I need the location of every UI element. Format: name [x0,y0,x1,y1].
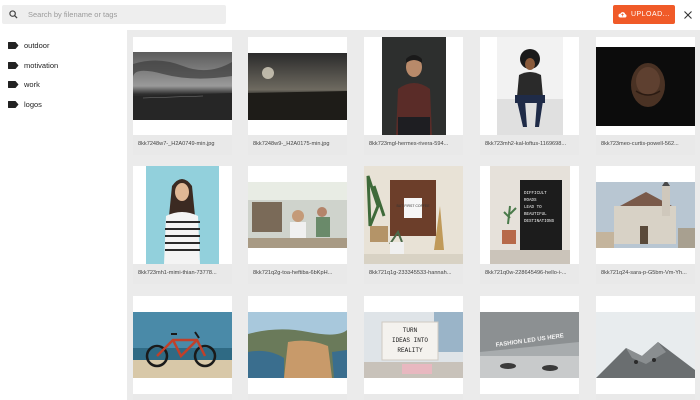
image-card[interactable]: BUT FIRST COFFEE 8kk721q1g-233345533-han… [364,166,463,284]
image-card[interactable]: 8kk723mgl-hermes-rivera-594... [364,37,463,155]
sidebar-item-label: logos [24,99,42,109]
image-thumbnail[interactable]: DIFFICULT ROADS LEAD TO BEAUTIFUL DESTIN… [480,166,579,264]
tag-icon [8,42,19,50]
letterboard-line: TURN [403,327,418,334]
sign-line: DESTINATIONS [524,220,555,224]
image-thumbnail[interactable] [133,296,232,394]
image-card[interactable]: DIFFICULT ROADS LEAD TO BEAUTIFUL DESTIN… [480,166,579,284]
image-card[interactable]: 8kk721q2g-toa-heftiba-6bKpH... [248,166,347,284]
search-icon [2,5,24,24]
image-filename [133,394,232,400]
tags-sidebar: outdoor motivation work logos [0,30,127,400]
image-thumbnail[interactable] [248,296,347,394]
sidebar-item-logos[interactable]: logos [0,95,127,115]
letterboard-line: REALITY [397,347,423,354]
image-filename [480,394,579,400]
image-thumbnail[interactable] [596,37,695,135]
sidebar-item-motivation[interactable]: motivation [0,56,127,76]
image-filename: 8kk723mh1-mimi-thian-73778... [133,264,232,284]
image-card[interactable] [133,296,232,400]
upload-button[interactable]: UPLOAD... [613,5,675,24]
image-card[interactable]: 8kk721q24-sara-p-G5bm-Vm-Yh... [596,166,695,284]
image-filename: 8kk723mh2-kal-loftus-1169698... [480,135,579,155]
image-card[interactable]: 8kk723meo-curtis-powell-562... [596,37,695,155]
search-bar[interactable] [2,5,226,24]
image-thumbnail[interactable]: BUT FIRST COFFEE [364,166,463,264]
image-thumbnail[interactable] [133,166,232,264]
letterboard-line: IDEAS INTO [392,337,428,344]
image-thumbnail[interactable] [596,296,695,394]
image-filename: 8kk7248w7-_H2A0749-min.jpg [133,135,232,155]
image-thumbnail[interactable]: TURN IDEAS INTO REALITY [364,296,463,394]
close-icon[interactable] [681,7,695,22]
sidebar-item-label: motivation [24,60,59,70]
image-filename: 8kk723mgl-hermes-rivera-594... [364,135,463,155]
sidebar-item-label: work [24,80,40,90]
image-thumbnail[interactable] [596,166,695,264]
sidebar-item-label: outdoor [24,41,50,51]
image-filename: 8kk721q2g-toa-heftiba-6bKpH... [248,264,347,284]
image-card[interactable]: 8kk7248w7-_H2A0749-min.jpg [133,37,232,155]
image-card[interactable] [248,296,347,400]
image-filename: 8kk723meo-curtis-powell-562... [596,135,695,155]
image-filename: 8kk721q1g-233345533-hannah... [364,264,463,284]
image-filename: 8kk721q24-sara-p-G5bm-Vm-Yh... [596,264,695,284]
search-input[interactable] [28,10,218,19]
tag-icon [8,100,19,108]
image-filename [596,394,695,400]
image-thumbnail[interactable] [364,37,463,135]
image-thumbnail[interactable] [248,166,347,264]
image-card[interactable]: 8kk7248w9-_H2A0175-min.jpg [248,37,347,155]
image-filename: 8kk7248w9-_H2A0175-min.jpg [248,135,347,155]
image-filename: 8kk721q0w-228645496-hello-i-... [480,264,579,284]
image-card[interactable]: 8kk723mh1-mimi-thian-73778... [133,166,232,284]
image-thumbnail[interactable] [480,37,579,135]
tag-icon [8,61,19,69]
image-card[interactable]: 8kk723mh2-kal-loftus-1169698... [480,37,579,155]
image-thumbnail[interactable]: FASHION LED US HERE [480,296,579,394]
sign-line: ROADS [524,199,537,203]
image-filename [364,394,463,400]
sidebar-item-work[interactable]: work [0,75,127,95]
image-card[interactable] [596,296,695,400]
upload-label: UPLOAD... [630,11,671,18]
image-thumbnail[interactable] [133,37,232,135]
sign-line: DIFFICULT [524,192,547,196]
sidebar-item-outdoor[interactable]: outdoor [0,36,127,56]
sign-line: BEAUTIFUL [524,213,547,217]
image-gallery: 8kk7248w7-_H2A0749-min.jpg 8kk7248w9-_H2… [127,30,700,400]
cloud-upload-icon [618,11,627,18]
image-thumbnail[interactable] [248,37,347,135]
image-card[interactable]: FASHION LED US HERE [480,296,579,400]
top-bar: UPLOAD... [0,0,700,30]
image-card[interactable]: TURN IDEAS INTO REALITY [364,296,463,400]
tag-icon [8,81,19,89]
image-filename [248,394,347,400]
cup-text: BUT FIRST COFFEE [396,204,430,208]
sign-line: LEAD TO [524,206,542,210]
